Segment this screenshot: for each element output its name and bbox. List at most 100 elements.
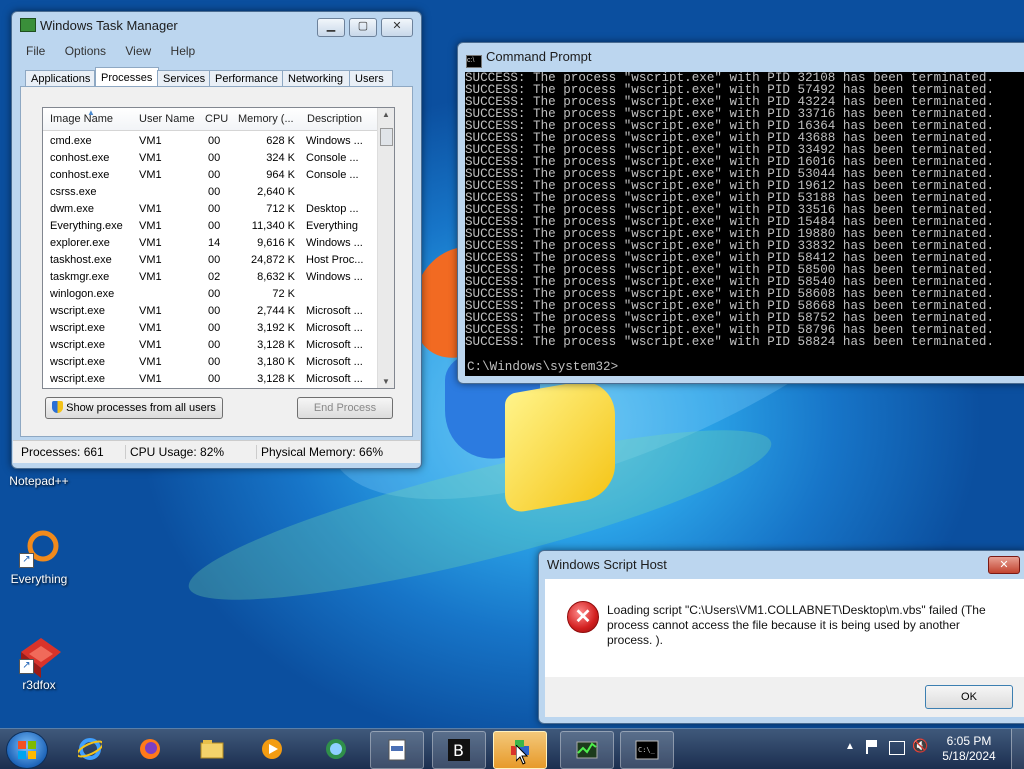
close-button[interactable]: ✕ <box>381 18 413 37</box>
wallpaper-logo <box>505 375 615 515</box>
globe-icon <box>326 739 346 759</box>
console-icon: C:\_ <box>635 740 659 760</box>
console-line-suffix: has been terminated. <box>835 335 995 349</box>
cell-image-name: Everything.exe <box>50 220 123 232</box>
table-row[interactable]: wscript.exe VM1 00 2,744 K Microsoft ... <box>43 303 377 320</box>
taskbar-media-player[interactable] <box>246 731 298 767</box>
cell-image-name: wscript.exe <box>50 305 106 317</box>
cell-description: Desktop ... <box>306 203 359 215</box>
tab-networking[interactable]: Networking <box>282 70 351 87</box>
ok-button[interactable]: OK <box>925 685 1013 709</box>
network-icon[interactable] <box>889 741 905 755</box>
table-row[interactable]: conhost.exe VM1 00 324 K Console ... <box>43 150 377 167</box>
svg-text:B: B <box>453 741 464 760</box>
scroll-down-icon[interactable]: ▼ <box>382 377 390 386</box>
cell-memory: 2,744 K <box>257 305 295 317</box>
tab-applications[interactable]: Applications <box>25 70 95 87</box>
start-button[interactable] <box>6 731 48 769</box>
column-memory[interactable]: Memory (... <box>238 113 294 125</box>
cell-user-name: VM1 <box>139 135 162 147</box>
table-row[interactable]: explorer.exe VM1 14 9,616 K Windows ... <box>43 235 377 252</box>
cell-memory: 3,192 K <box>257 322 295 334</box>
command-prompt-window[interactable]: c:\ Command Prompt SUCCESS: The process "… <box>457 42 1024 384</box>
svg-text:C:\_: C:\_ <box>638 746 656 754</box>
cell-cpu: 00 <box>208 373 221 385</box>
cell-image-name: taskhost.exe <box>50 254 112 266</box>
cell-image-name: dwm.exe <box>50 203 95 215</box>
table-row[interactable]: taskmgr.exe VM1 02 8,632 K Windows ... <box>43 269 377 286</box>
desktop-icon-notepadpp[interactable]: Notepad++ <box>4 474 74 488</box>
cell-memory: 9,616 K <box>257 237 295 249</box>
desktop-icon-everything[interactable]: ↗ Everything <box>4 528 74 586</box>
table-row[interactable]: taskhost.exe VM1 00 24,872 K Host Proc... <box>43 252 377 269</box>
script-host-dialog[interactable]: Windows Script Host ✕ ✕ Loading script "… <box>538 550 1024 724</box>
shortcut-arrow-icon: ↗ <box>19 659 34 674</box>
menu-help[interactable]: Help <box>171 44 196 58</box>
maximize-button[interactable]: ▢ <box>349 18 377 37</box>
taskbar-firefox[interactable] <box>124 731 176 767</box>
column-cpu[interactable]: CPU <box>205 113 228 125</box>
cell-image-name: wscript.exe <box>50 322 106 334</box>
table-row[interactable]: wscript.exe VM1 00 3,128 K Microsoft ... <box>43 337 377 354</box>
scroll-thumb[interactable] <box>380 128 393 146</box>
tab-processes[interactable]: Processes <box>95 67 159 88</box>
console-output[interactable]: SUCCESS: The process "wscript.exe" with … <box>465 72 1024 376</box>
end-process-button[interactable]: End Process <box>297 397 393 419</box>
column-image-name[interactable]: Image Name <box>50 113 113 125</box>
cell-image-name: wscript.exe <box>50 356 106 368</box>
taskbar-app-b[interactable]: B <box>432 731 486 769</box>
console-prompt[interactable]: C:\Windows\system32> <box>467 361 618 374</box>
cell-memory: 8,632 K <box>257 271 295 283</box>
desktop-icon-r3dfox[interactable]: ↗ r3dfox <box>4 634 74 692</box>
table-row[interactable]: winlogon.exe 00 72 K <box>43 286 377 303</box>
script-icon <box>388 739 406 761</box>
tab-performance[interactable]: Performance <box>209 70 284 87</box>
table-row[interactable]: Everything.exe VM1 00 11,340 K Everything <box>43 218 377 235</box>
taskbar-explorer[interactable] <box>186 731 238 767</box>
process-list[interactable]: Image Name ▲ User Name CPU Memory (... D… <box>42 107 395 389</box>
menu-options[interactable]: Options <box>65 44 106 58</box>
taskbar-script-host[interactable] <box>370 731 424 769</box>
menu-file[interactable]: File <box>26 44 45 58</box>
cell-description: Microsoft ... <box>306 305 363 317</box>
table-row[interactable]: wscript.exe VM1 00 3,180 K Microsoft ... <box>43 354 377 371</box>
table-row[interactable]: dwm.exe VM1 00 712 K Desktop ... <box>43 201 377 218</box>
table-row[interactable]: cmd.exe VM1 00 628 K Windows ... <box>43 133 377 150</box>
minimize-button[interactable]: ▁ <box>317 18 345 37</box>
cell-user-name: VM1 <box>139 254 162 266</box>
cell-image-name: csrss.exe <box>50 186 97 198</box>
cell-user-name: VM1 <box>139 356 162 368</box>
status-cpu: CPU Usage: 82% <box>125 445 224 459</box>
taskbar-command-prompt[interactable]: C:\_ <box>620 731 674 769</box>
tab-services[interactable]: Services <box>157 70 211 87</box>
cell-cpu: 00 <box>208 186 221 198</box>
cell-image-name: wscript.exe <box>50 339 106 351</box>
table-row[interactable]: csrss.exe 00 2,640 K <box>43 184 377 201</box>
error-icon: ✕ <box>567 601 599 633</box>
everything-icon: ↗ <box>19 528 59 568</box>
taskbar-task-manager[interactable] <box>560 731 614 769</box>
show-all-processes-button[interactable]: Show processes from all users <box>45 397 223 419</box>
tab-users[interactable]: Users <box>349 70 393 87</box>
cell-cpu: 00 <box>208 288 221 300</box>
tray-expand-icon[interactable]: ▲ <box>845 741 855 752</box>
table-row[interactable]: conhost.exe VM1 00 964 K Console ... <box>43 167 377 184</box>
column-description[interactable]: Description <box>307 113 362 125</box>
taskbar-network-app[interactable] <box>310 731 362 767</box>
menu-view[interactable]: View <box>125 44 151 58</box>
taskbar-clock[interactable]: 6:05 PM 5/18/2024 <box>934 734 1004 764</box>
desktop-icon-label: Notepad++ <box>9 474 69 488</box>
cell-memory: 964 K <box>266 169 295 181</box>
column-user-name[interactable]: User Name <box>139 113 195 125</box>
console-icon: c:\ <box>466 55 482 68</box>
volume-muted-icon[interactable]: 🔇 <box>912 738 928 754</box>
table-row[interactable]: wscript.exe VM1 00 3,192 K Microsoft ... <box>43 320 377 337</box>
action-center-flag-icon[interactable] <box>866 740 880 754</box>
process-list-scrollbar[interactable]: ▲ ▼ <box>377 108 394 388</box>
scroll-up-icon[interactable]: ▲ <box>382 110 390 119</box>
show-desktop-button[interactable] <box>1011 729 1024 769</box>
table-row[interactable]: wscript.exe VM1 00 3,128 K Microsoft ... <box>43 371 377 388</box>
task-manager-window[interactable]: Windows Task Manager ▁ ▢ ✕ File Options … <box>11 11 422 469</box>
taskbar-ie[interactable] <box>64 731 116 767</box>
close-button[interactable]: ✕ <box>988 556 1020 574</box>
